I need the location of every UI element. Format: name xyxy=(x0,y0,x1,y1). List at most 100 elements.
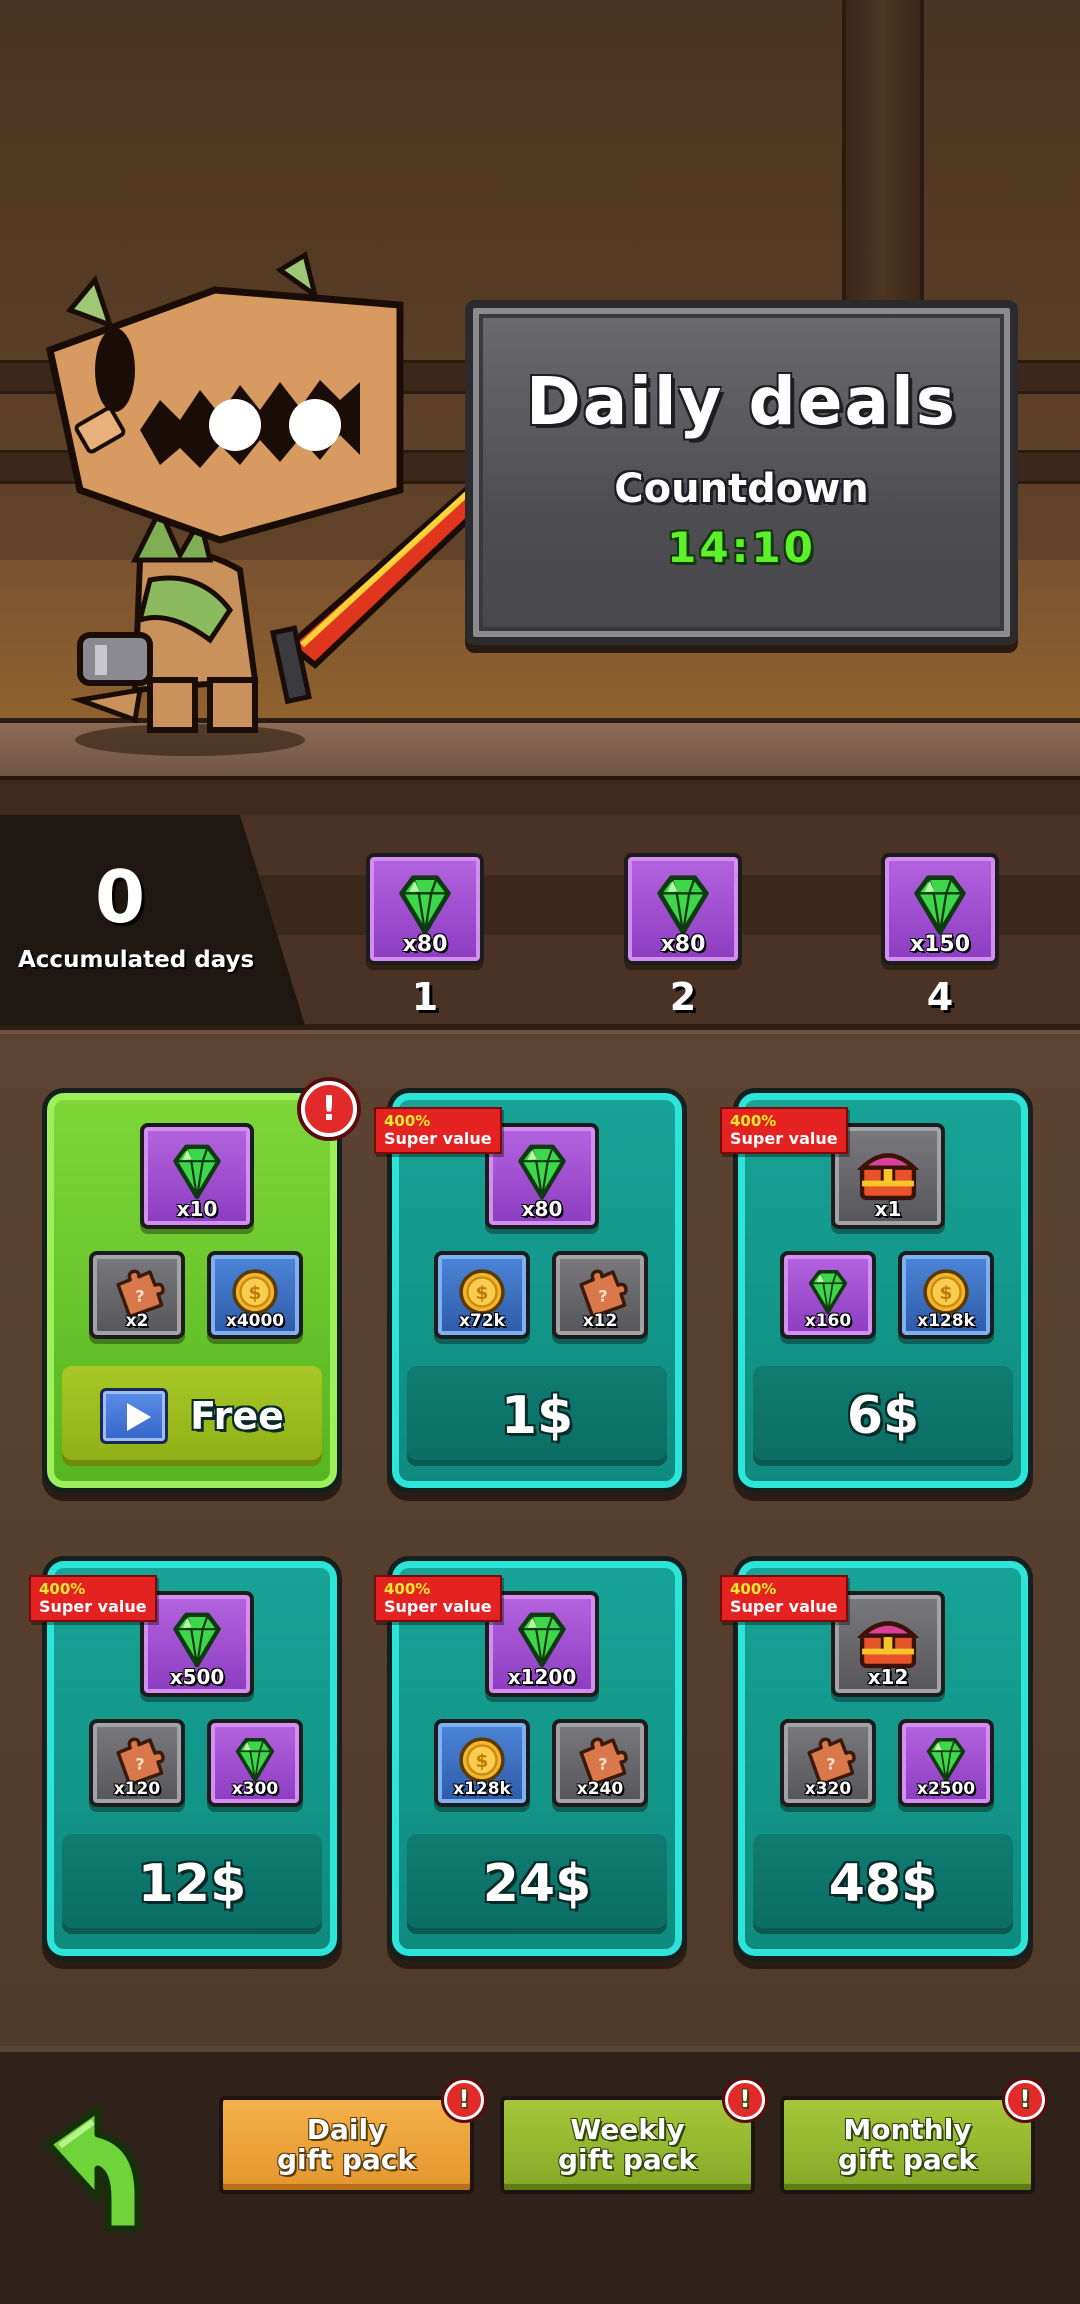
main-reward-tile: x500 xyxy=(140,1591,254,1697)
item-quantity: x128k xyxy=(453,1779,511,1799)
milestone-reward[interactable]: x80 2 xyxy=(623,853,743,1019)
extra-reward-tile: ? x320 xyxy=(780,1719,876,1807)
extra-reward-tile: ? x120 xyxy=(89,1719,185,1807)
badge-label: Super value xyxy=(384,1597,492,1616)
milestone-tile: x80 xyxy=(624,853,742,965)
super-value-badge: 400% Super value xyxy=(374,1107,502,1154)
item-quantity: x1200 xyxy=(507,1665,577,1689)
svg-text:$: $ xyxy=(476,1283,489,1304)
buy-button[interactable]: 6$ xyxy=(753,1366,1013,1466)
accumulated-label: Accumulated days xyxy=(18,947,255,973)
footer-bar: Daily gift pack! Weekly gift pack! Monthly… xyxy=(0,2046,1080,2304)
milestone-day: 2 xyxy=(669,975,697,1019)
extra-reward-tile: ? x12 xyxy=(552,1251,648,1339)
super-value-badge: 400% Super value xyxy=(29,1575,157,1622)
buy-button[interactable]: 1$ xyxy=(407,1366,667,1466)
price-label: 24$ xyxy=(482,1854,592,1914)
price-label: 48$ xyxy=(828,1854,938,1914)
item-quantity: x10 xyxy=(176,1197,218,1221)
badge-label: Super value xyxy=(730,1129,838,1148)
svg-text:?: ? xyxy=(135,1286,144,1305)
item-quantity: x80 xyxy=(521,1197,563,1221)
item-quantity: x160 xyxy=(804,1311,852,1331)
table-edge xyxy=(0,776,1080,815)
item-quantity: x12 xyxy=(582,1311,618,1331)
accumulated-days-strip: 0 Accumulated days x80 1 x80 2 x150 4 xyxy=(0,815,1080,1030)
daily-deals-board: Daily deals Countdown 14:10 xyxy=(465,300,1018,645)
deal-card[interactable]: x500? x120 x300 12$ 400% Super value xyxy=(29,1556,342,1961)
watch-ad-play-icon xyxy=(100,1388,169,1444)
badge-label: Super value xyxy=(384,1129,492,1148)
deal-card[interactable]: x80 $ x72k? x12 1$ 400% Super value xyxy=(374,1088,687,1493)
extra-reward-tile: x160 xyxy=(780,1251,876,1339)
badge-label: Super value xyxy=(730,1597,838,1616)
tab-label: Weekly gift pack xyxy=(557,2113,698,2176)
deal-card[interactable]: x12? x320 x2500 48$ 400% Super value xyxy=(720,1556,1033,1961)
item-quantity: x2500 xyxy=(916,1779,976,1799)
badge-percent: 400% xyxy=(730,1580,777,1598)
deal-card[interactable]: x10? x2 $ x4000 Free! xyxy=(42,1081,357,1493)
svg-text:$: $ xyxy=(940,1283,953,1304)
accumulated-count: 0 xyxy=(94,855,146,939)
item-quantity: x150 xyxy=(909,932,971,957)
svg-text:?: ? xyxy=(135,1754,144,1773)
alert-icon: ! xyxy=(1005,2080,1045,2120)
milestone-reward[interactable]: x150 4 xyxy=(880,853,1000,1019)
svg-text:?: ? xyxy=(598,1754,607,1773)
item-quantity: x1 xyxy=(874,1197,902,1221)
milestone-tile: x150 xyxy=(881,853,999,965)
badge-label: Super value xyxy=(39,1597,147,1616)
badge-percent: 400% xyxy=(730,1112,777,1130)
badge-percent: 400% xyxy=(384,1112,431,1130)
item-quantity: x80 xyxy=(402,932,448,957)
svg-text:$: $ xyxy=(476,1751,489,1772)
item-quantity: x2 xyxy=(125,1311,149,1331)
item-quantity: x240 xyxy=(576,1779,624,1799)
item-quantity: x80 xyxy=(660,932,706,957)
tab-label: Monthly gift pack xyxy=(837,2113,978,2176)
accumulated-panel: 0 Accumulated days xyxy=(0,815,305,1025)
item-quantity: x120 xyxy=(113,1779,161,1799)
gift-pack-tab[interactable]: Weekly gift pack! xyxy=(500,2080,765,2194)
buy-button[interactable]: 12$ xyxy=(62,1834,322,1934)
price-label: Free xyxy=(190,1394,284,1438)
item-quantity: x500 xyxy=(169,1665,225,1689)
svg-text:?: ? xyxy=(598,1286,607,1305)
board-title: Daily deals xyxy=(525,363,958,440)
milestone-reward[interactable]: x80 1 xyxy=(365,853,485,1019)
tab-label: Daily gift pack xyxy=(276,2113,417,2176)
main-reward-tile: x1200 xyxy=(485,1591,599,1697)
main-reward-tile: x10 xyxy=(140,1123,254,1229)
badge-percent: 400% xyxy=(39,1580,86,1598)
svg-text:$: $ xyxy=(249,1283,262,1304)
item-quantity: x4000 xyxy=(225,1311,285,1331)
milestone-day: 1 xyxy=(411,975,439,1019)
alert-icon: ! xyxy=(444,2080,484,2120)
main-reward-tile: x1 xyxy=(831,1123,945,1229)
item-quantity: x320 xyxy=(804,1779,852,1799)
buy-button[interactable]: 48$ xyxy=(753,1834,1013,1934)
header-scene: Daily deals Countdown 14:10 xyxy=(0,0,1080,815)
extra-reward-tile: $ x72k xyxy=(434,1251,530,1339)
extra-reward-tile: $ x128k xyxy=(434,1719,530,1807)
extra-reward-tile: $ x128k xyxy=(898,1251,994,1339)
countdown-label: Countdown xyxy=(614,466,869,512)
deal-card[interactable]: x1 x160 $ x128k 6$ 400% Super value xyxy=(720,1088,1033,1493)
item-quantity: x72k xyxy=(459,1311,505,1331)
gift-pack-tab[interactable]: Monthly gift pack! xyxy=(780,2080,1045,2194)
dino-knight-character xyxy=(40,250,520,760)
item-quantity: x128k xyxy=(917,1311,975,1331)
wooden-beam xyxy=(842,0,924,300)
extra-reward-tile: x300 xyxy=(207,1719,303,1807)
buy-button[interactable]: 24$ xyxy=(407,1834,667,1934)
super-value-badge: 400% Super value xyxy=(720,1575,848,1622)
alert-icon: ! xyxy=(725,2080,765,2120)
buy-button[interactable]: Free xyxy=(62,1366,322,1466)
deals-grid: x10? x2 $ x4000 Free! x80 $ x72k? x12 1$ 400% Super… xyxy=(0,1030,1080,2046)
gift-pack-tab[interactable]: Daily gift pack! xyxy=(219,2080,484,2194)
countdown-timer: 14:10 xyxy=(667,523,816,572)
extra-reward-tile: $ x4000 xyxy=(207,1251,303,1339)
super-value-badge: 400% Super value xyxy=(720,1107,848,1154)
deal-card[interactable]: x1200 $ x128k? x240 24$ 400% Super value xyxy=(374,1556,687,1961)
back-arrow-icon[interactable] xyxy=(38,2104,148,2234)
